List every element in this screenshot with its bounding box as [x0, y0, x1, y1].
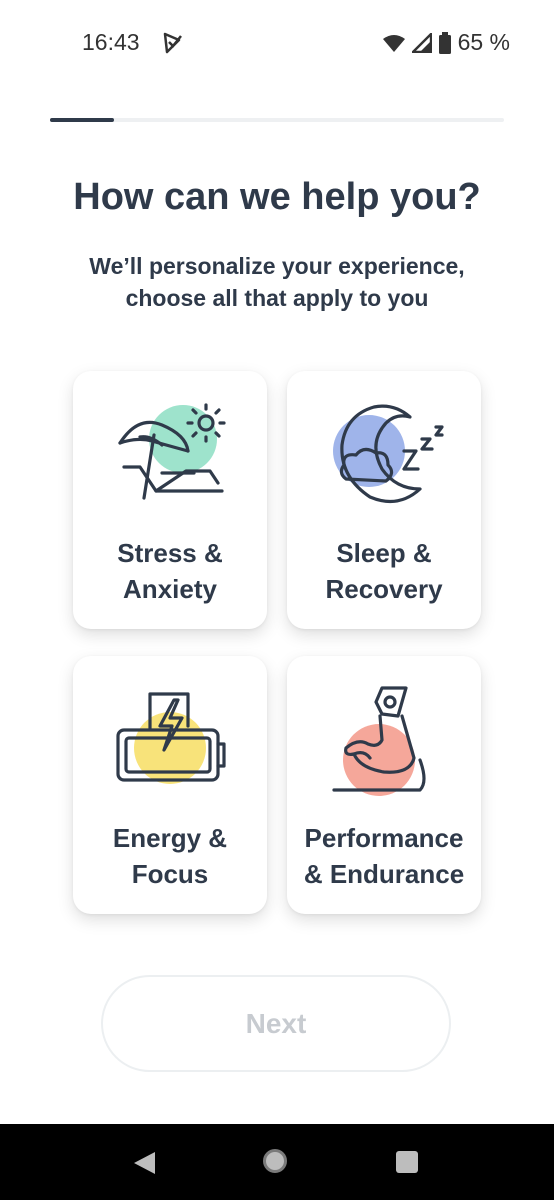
status-icons: 65 %: [382, 29, 510, 56]
option-energy-focus[interactable]: Energy & Focus: [73, 656, 267, 914]
flexed-arm-icon: [332, 686, 426, 796]
option-stress-anxiety[interactable]: Stress & Anxiety: [73, 371, 267, 629]
onboarding-progress: [50, 118, 504, 122]
option-label: Performance & Endurance: [287, 820, 481, 892]
system-nav-bar: [0, 1124, 554, 1200]
app-notification-icon: [163, 32, 182, 54]
option-label-line-1: Performance: [304, 823, 464, 853]
option-label-line-1: Sleep &: [336, 538, 432, 568]
battery-icon: [438, 31, 451, 54]
battery-bolt-icon: [116, 692, 226, 784]
option-performance-endurance[interactable]: Performance & Endurance: [287, 656, 481, 914]
signal-icon: [411, 32, 432, 53]
beach-chair-icon: [118, 403, 226, 500]
back-icon[interactable]: [131, 1150, 157, 1176]
option-sleep-recovery[interactable]: Sleep & Recovery: [287, 371, 481, 629]
option-label: Energy & Focus: [73, 820, 267, 892]
option-label-line-2: Recovery: [325, 574, 443, 604]
option-label-line-2: & Endurance: [303, 859, 465, 889]
status-time: 16:43: [82, 29, 140, 55]
status-bar: 16:43 65 %: [0, 0, 554, 88]
recents-icon[interactable]: [396, 1151, 418, 1173]
moon-cloud-icon: [333, 404, 444, 504]
option-label-line-2: Anxiety: [123, 574, 217, 604]
option-label: Stress & Anxiety: [73, 535, 267, 607]
page-subtitle: We’ll personalize your experience, choos…: [40, 250, 514, 314]
page-title: How can we help you?: [73, 176, 481, 218]
battery-percent: 65 %: [457, 29, 510, 55]
next-button[interactable]: Next: [101, 975, 451, 1072]
home-icon[interactable]: [263, 1149, 287, 1173]
subtitle-line-1: We’ll personalize your experience,: [89, 253, 465, 279]
progress-fill: [50, 118, 114, 122]
option-label: Sleep & Recovery: [287, 535, 481, 607]
option-label-line-2: Focus: [131, 859, 209, 889]
option-label-line-1: Stress &: [117, 538, 223, 568]
wifi-icon: [382, 34, 405, 52]
option-label-line-1: Energy &: [112, 823, 228, 853]
subtitle-line-2: choose all that apply to you: [125, 285, 429, 311]
